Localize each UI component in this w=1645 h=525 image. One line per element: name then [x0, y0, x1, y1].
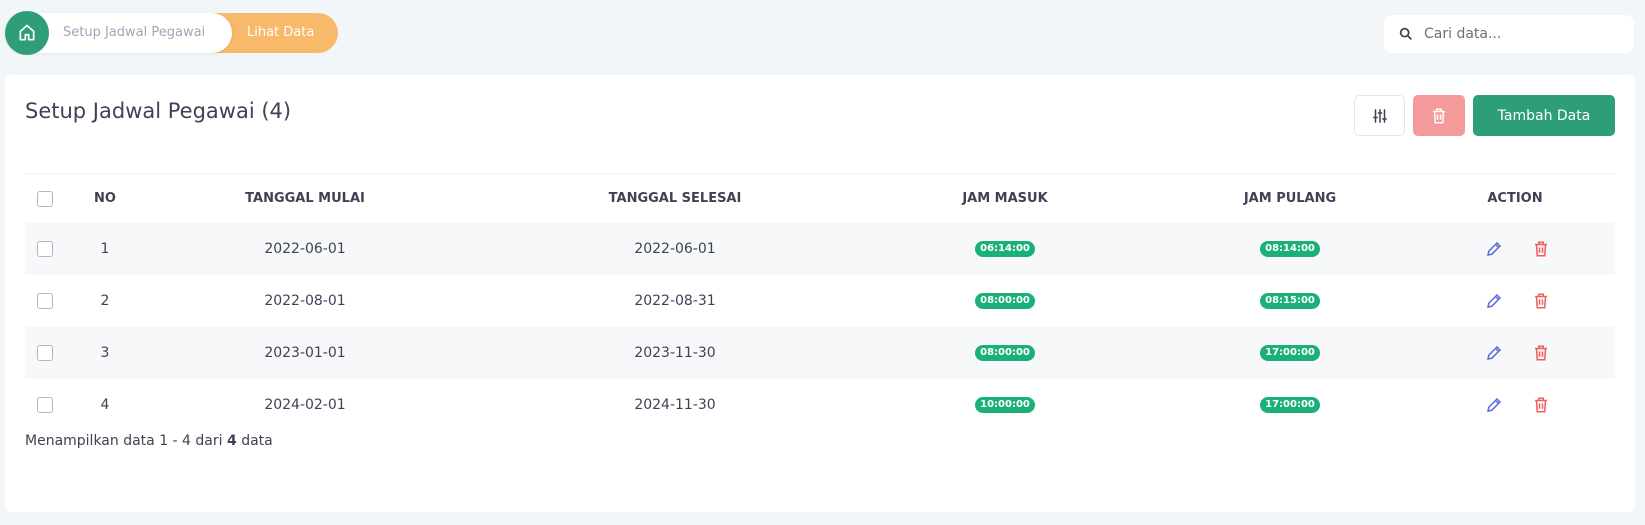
page-title: Setup Jadwal Pegawai (4): [25, 99, 292, 123]
cell-no: 2: [100, 293, 110, 309]
add-data-button[interactable]: Tambah Data: [1473, 95, 1615, 136]
filter-button[interactable]: [1354, 95, 1405, 136]
cell-tanggal-selesai: 2022-06-01: [634, 241, 716, 257]
cell-jam-pulang: 08:15:00: [1140, 275, 1440, 327]
home-icon: [19, 24, 35, 41]
topbar: Lihat Data Setup Jadwal Pegawai: [0, 0, 1645, 70]
edit-icon[interactable]: [1485, 292, 1503, 310]
pagination-info: Menampilkan data 1 - 4 dari 4 data: [25, 433, 273, 449]
pagination-suffix: data: [241, 433, 273, 449]
select-all-cell: [25, 174, 65, 223]
table-row: 2 2022-08-01 2022-08-31 08:00:00 08:15:0…: [25, 275, 1615, 327]
row-checkbox-cell: [25, 275, 65, 327]
delete-selected-button[interactable]: [1413, 95, 1465, 136]
table-row: 1 2022-06-01 2022-06-01 06:14:00 08:14:0…: [25, 223, 1615, 275]
time-badge: 17:00:00: [1260, 397, 1320, 413]
header-tanggal-mulai: TANGGAL MULAI: [245, 191, 365, 206]
time-badge: 08:14:00: [1260, 241, 1320, 257]
edit-icon[interactable]: [1485, 344, 1503, 362]
time-badge: 08:15:00: [1260, 293, 1320, 309]
table-header: NO TANGGAL MULAI TANGGAL SELESAI JAM MAS…: [25, 173, 1615, 223]
cell-jam-masuk: 06:14:00: [855, 223, 1155, 275]
trash-icon[interactable]: [1532, 344, 1550, 362]
header-no: NO: [94, 191, 116, 206]
cell-tanggal-selesai: 2023-11-30: [634, 345, 716, 361]
time-badge: 08:00:00: [975, 293, 1035, 309]
pagination-prefix: Menampilkan data 1 - 4 dari: [25, 433, 223, 449]
cell-no: 4: [100, 397, 110, 413]
table-row: 3 2023-01-01 2023-11-30 08:00:00 17:00:0…: [25, 327, 1615, 379]
edit-icon[interactable]: [1485, 396, 1503, 414]
row-checkbox-cell: [25, 379, 65, 431]
header-jam-pulang: JAM PULANG: [1243, 191, 1337, 206]
cell-jam-masuk: 08:00:00: [855, 275, 1155, 327]
pagination-total: 4: [226, 433, 237, 449]
edit-icon[interactable]: [1485, 240, 1503, 258]
cell-tanggal-mulai: 2023-01-01: [264, 345, 346, 361]
select-all-checkbox[interactable]: [37, 190, 53, 207]
search-icon: [1399, 27, 1412, 40]
header-tanggal-selesai: TANGGAL SELESAI: [608, 191, 742, 206]
header-action: ACTION: [1487, 191, 1543, 206]
row-checkbox-cell: [25, 327, 65, 379]
cell-tanggal-mulai: 2022-08-01: [264, 293, 346, 309]
breadcrumb-home-button[interactable]: [5, 11, 49, 55]
row-checkbox[interactable]: [37, 293, 53, 309]
cell-jam-pulang: 08:14:00: [1140, 223, 1440, 275]
row-checkbox-cell: [25, 223, 65, 275]
cell-jam-pulang: 17:00:00: [1140, 379, 1440, 431]
trash-icon[interactable]: [1532, 240, 1550, 258]
header-jam-masuk: JAM MASUK: [962, 191, 1048, 206]
main-card: Setup Jadwal Pegawai (4) Tambah Data NO …: [5, 75, 1635, 512]
row-checkbox[interactable]: [37, 397, 53, 413]
time-badge: 17:00:00: [1260, 345, 1320, 361]
table-row: 4 2024-02-01 2024-11-30 10:00:00 17:00:0…: [25, 379, 1615, 431]
row-checkbox[interactable]: [37, 241, 53, 257]
time-badge: 08:00:00: [975, 345, 1035, 361]
search-input[interactable]: [1424, 15, 1624, 53]
time-badge: 10:00:00: [975, 397, 1035, 413]
cell-tanggal-selesai: 2024-11-30: [634, 397, 716, 413]
trash-icon[interactable]: [1532, 292, 1550, 310]
cell-no: 3: [100, 345, 110, 361]
cell-jam-masuk: 08:00:00: [855, 327, 1155, 379]
schedule-table: NO TANGGAL MULAI TANGGAL SELESAI JAM MAS…: [25, 173, 1615, 431]
cell-tanggal-selesai: 2022-08-31: [634, 293, 716, 309]
cell-no: 1: [100, 241, 110, 257]
cell-jam-pulang: 17:00:00: [1140, 327, 1440, 379]
cell-tanggal-mulai: 2024-02-01: [264, 397, 346, 413]
cell-jam-masuk: 10:00:00: [855, 379, 1155, 431]
time-badge: 06:14:00: [975, 241, 1035, 257]
trash-icon: [1433, 108, 1445, 123]
row-checkbox[interactable]: [37, 345, 53, 361]
trash-icon[interactable]: [1532, 396, 1550, 414]
cell-tanggal-mulai: 2022-06-01: [264, 241, 346, 257]
search-box: [1384, 15, 1634, 53]
sliders-icon: [1372, 108, 1387, 123]
